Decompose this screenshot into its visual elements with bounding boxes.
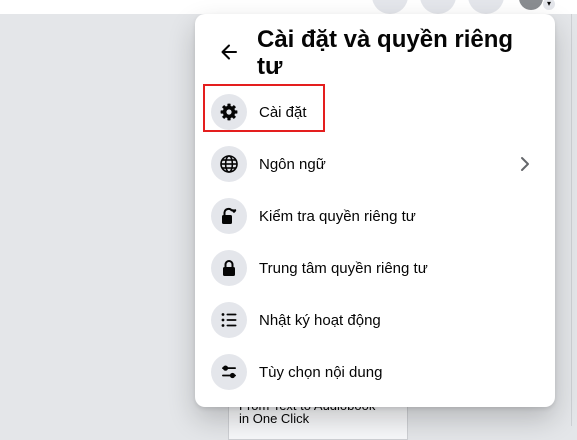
menu-item-language[interactable]: Ngôn ngữ (203, 140, 547, 188)
menu-item-label: Kiểm tra quyền riêng tư (259, 207, 416, 225)
chevron-down-icon[interactable]: ▾ (542, 0, 556, 11)
settings-privacy-panel: Cài đặt và quyền riêng tư Cài đặt Ngôn n… (195, 14, 555, 407)
chevron-right-icon (515, 154, 535, 174)
sliders-icon (211, 354, 247, 390)
menu-item-label: Ngôn ngữ (259, 155, 326, 173)
scrollbar-track (571, 14, 572, 426)
menu-item-activity-log[interactable]: Nhật ký hoạt động (203, 296, 547, 344)
avatar[interactable] (519, 0, 543, 10)
menu-item-privacy-center[interactable]: Trung tâm quyền riêng tư (203, 244, 547, 292)
menu-item-label: Tùy chọn nội dung (259, 363, 383, 381)
panel-title: Cài đặt và quyền riêng tư (257, 26, 514, 80)
notifications-icon-button[interactable] (468, 0, 504, 14)
list-icon (211, 302, 247, 338)
messenger-icon-button[interactable] (420, 0, 456, 14)
background-card-line-2: in One Click (239, 411, 310, 426)
back-button[interactable] (211, 34, 247, 70)
menu-item-privacy-checkup[interactable]: Kiểm tra quyền riêng tư (203, 192, 547, 240)
globe-icon (211, 146, 247, 182)
menu-item-label: Trung tâm quyền riêng tư (259, 259, 428, 277)
gear-icon (211, 94, 247, 130)
lock-heart-icon (211, 198, 247, 234)
menu-item-settings[interactable]: Cài đặt (203, 88, 547, 136)
menu-item-label: Nhật ký hoạt động (259, 311, 381, 329)
menu-icon-button[interactable] (372, 0, 408, 14)
lock-icon (211, 250, 247, 286)
top-navigation-bar: ▾ (0, 0, 577, 14)
menu-item-content-preferences[interactable]: Tùy chọn nội dung (203, 348, 547, 396)
menu-item-label: Cài đặt (259, 103, 307, 121)
arrow-left-icon (221, 44, 237, 60)
